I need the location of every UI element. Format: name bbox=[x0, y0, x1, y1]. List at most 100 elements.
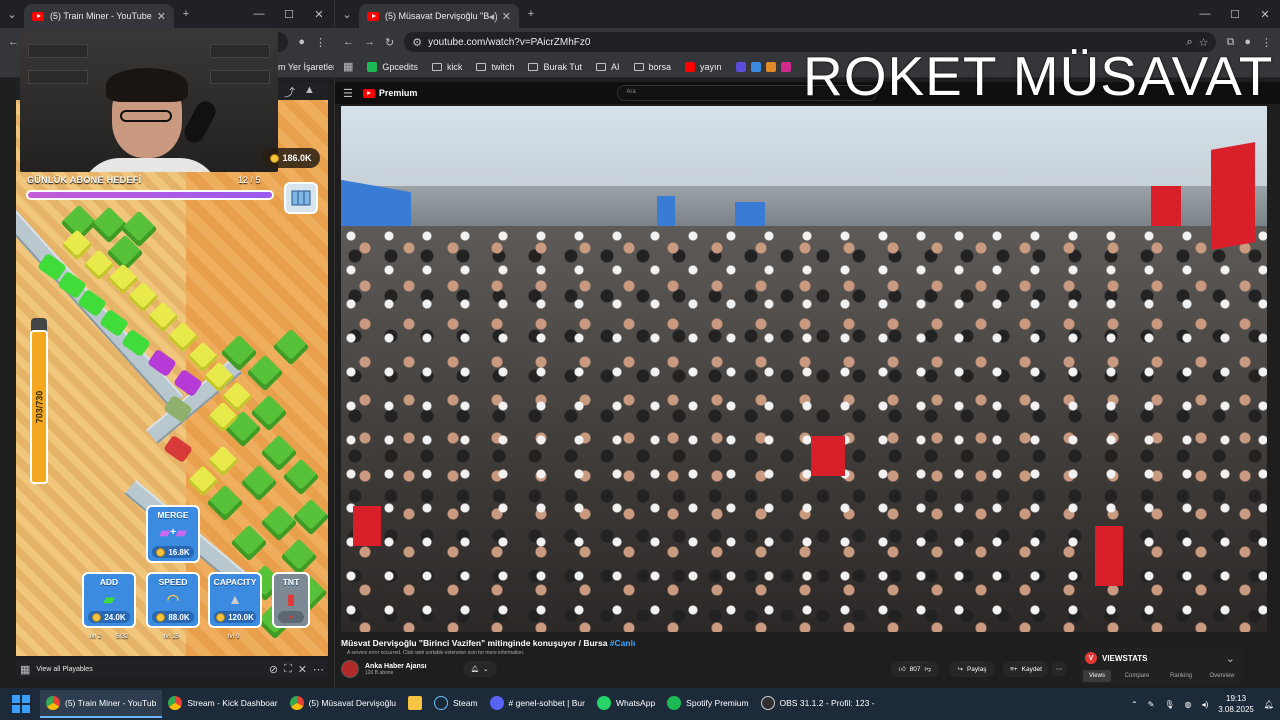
bookmark-borsa[interactable]: borsa bbox=[633, 62, 671, 72]
close-window-icon[interactable]: ✕ bbox=[1250, 8, 1280, 21]
share-button[interactable]: ↪ Paylaş bbox=[949, 661, 995, 677]
clock[interactable]: 19:13 3.08.2025 bbox=[1218, 693, 1254, 715]
site-info-icon[interactable]: ⚙ bbox=[412, 36, 422, 49]
viewstats-tab-overview[interactable]: Overview bbox=[1203, 670, 1241, 682]
maximize-icon[interactable]: ☐ bbox=[274, 8, 304, 21]
viewstats-header: V VIEWSTATS bbox=[1085, 652, 1147, 664]
close-tab-icon[interactable]: ✕ bbox=[157, 10, 166, 23]
bookmark-burak-tut[interactable]: Burak Tut bbox=[528, 62, 582, 72]
channel-name[interactable]: Anka Haber Ajansı bbox=[365, 663, 427, 670]
bookmark-kick[interactable]: kick bbox=[431, 62, 462, 72]
save-button[interactable]: ≡+ Kaydet bbox=[1003, 661, 1049, 677]
live-hashtag[interactable]: #Canlı bbox=[610, 638, 636, 648]
minimize-icon[interactable]: — bbox=[244, 8, 274, 20]
back-icon[interactable]: ← bbox=[8, 36, 19, 48]
youtube-icon bbox=[685, 61, 696, 72]
folder-icon bbox=[633, 62, 644, 71]
steam-icon bbox=[433, 696, 448, 710]
right-browser-window: ⌄ (5) Müsavat Dervişoğlu "Bir... ◂) ✕ + … bbox=[334, 0, 1280, 688]
maximize-icon[interactable]: ☐ bbox=[1220, 8, 1250, 21]
tree bbox=[292, 498, 328, 536]
mute-icon[interactable]: ⊘ bbox=[269, 663, 278, 676]
speaker-icon[interactable]: ◂) bbox=[489, 10, 498, 23]
more-actions-button[interactable]: ⋯ bbox=[1051, 661, 1067, 677]
microphone-icon[interactable]: 🎙︎ bbox=[1164, 700, 1174, 709]
map-button[interactable] bbox=[284, 182, 318, 214]
new-tab-icon[interactable]: + bbox=[174, 8, 198, 20]
upgrade-label: SPEED bbox=[158, 577, 188, 587]
upgrade-label: TNT bbox=[282, 577, 300, 587]
share-icon[interactable]: ⤴ bbox=[284, 84, 295, 100]
bookmark-yayin[interactable]: yayın bbox=[685, 61, 722, 72]
taskbar-item-spotify[interactable]: Spotify Premium bbox=[661, 690, 754, 718]
taskbar-item-discord[interactable]: # genel-sohbet | Bur bbox=[484, 690, 591, 718]
profile-icon[interactable]: ● bbox=[298, 36, 305, 48]
close-window-icon[interactable]: ✕ bbox=[304, 8, 334, 21]
new-tab-icon[interactable]: + bbox=[519, 8, 543, 20]
tab-train-miner[interactable]: (5) Train Miner - YouTube ✕ bbox=[24, 4, 174, 28]
bookmark-gpcedits[interactable]: Gpcedits bbox=[367, 61, 418, 72]
upgrade-price: ● bbox=[278, 611, 304, 623]
windows-start-icon[interactable] bbox=[12, 695, 30, 713]
viewstats-tab-compare[interactable]: Compare bbox=[1119, 670, 1155, 682]
notification-bell-icon[interactable]: 🔔︎ bbox=[1264, 700, 1274, 709]
hamburger-icon[interactable]: ☰ bbox=[343, 87, 353, 100]
url-text: youtube.com/watch?v=PAicrZMhFz0 bbox=[428, 36, 591, 48]
close-icon[interactable]: ✕ bbox=[298, 663, 307, 676]
volume-icon[interactable]: ◂) bbox=[1202, 700, 1209, 709]
obs-icon bbox=[760, 696, 775, 710]
chevron-up-icon[interactable]: ⌃ bbox=[1131, 700, 1138, 709]
tab-search-icon[interactable]: ⌄ bbox=[0, 8, 24, 21]
ore-block bbox=[207, 445, 239, 477]
notification-bell-button[interactable]: 🔔︎ ⌄ bbox=[462, 661, 497, 677]
shelf bbox=[210, 44, 270, 58]
reload-icon[interactable]: ↻ bbox=[385, 36, 394, 49]
tab-search-icon[interactable]: ⌄ bbox=[335, 8, 359, 21]
viewstats-tab-ranking[interactable]: Ranking bbox=[1163, 670, 1199, 682]
glasses bbox=[120, 110, 172, 122]
capacity-upgrade-button[interactable]: CAPACITY ▲ 120.0K bbox=[208, 572, 262, 628]
bookmark-twitch[interactable]: twitch bbox=[476, 62, 514, 72]
apps-icon[interactable]: ▦ bbox=[343, 60, 353, 73]
taskbar-item-file-explorer[interactable] bbox=[402, 690, 428, 718]
up-icon[interactable]: ▲ bbox=[304, 84, 315, 96]
fullscreen-icon[interactable]: ⛶ bbox=[284, 663, 292, 676]
forward-icon[interactable]: → bbox=[364, 36, 375, 48]
taskbar-item-train-miner[interactable]: (5) Train Miner - YouTub bbox=[40, 690, 163, 718]
video-title: Müsvat Dervişoğlu "Birinci Vazifen" miti… bbox=[341, 638, 636, 648]
tab-label: (5) Train Miner - YouTube bbox=[50, 11, 152, 21]
thumbs-down-icon: 👎︎ bbox=[924, 666, 932, 673]
taskbar-item-whatsapp[interactable]: WhatsApp bbox=[591, 690, 661, 718]
left-browser-window: ⌄ (5) Train Miner - YouTube ✕ + — ☐ ✕ ← … bbox=[0, 0, 334, 688]
menu-icon[interactable]: ⋮ bbox=[315, 36, 326, 49]
bookmark-shortcut-icons[interactable] bbox=[735, 61, 796, 72]
bookmarks-tail[interactable]: m Yer İşaretleri bbox=[278, 62, 334, 72]
like-button[interactable]: 👍︎ 807 👎︎ bbox=[891, 661, 939, 677]
add-car-icon: ▰ bbox=[103, 590, 115, 607]
taskbar-item-kick-dashboard[interactable]: Stream - Kick Dashboar bbox=[162, 690, 283, 718]
youtube-icon bbox=[367, 11, 379, 21]
close-tab-icon[interactable]: ✕ bbox=[502, 10, 511, 23]
taskbar-item-steam[interactable]: Steam bbox=[428, 690, 484, 718]
taskbar-item-musavat[interactable]: (5) Müsavat Dervişoğlu bbox=[284, 690, 402, 718]
depth-progress-text: 703/730 bbox=[34, 390, 45, 424]
merge-button[interactable]: MERGE ▰ + ▰ 16.8K bbox=[146, 505, 200, 563]
video-player[interactable] bbox=[341, 106, 1267, 632]
viewstats-tab-views[interactable]: Views bbox=[1083, 670, 1111, 682]
network-icon[interactable]: ◍ bbox=[1185, 700, 1192, 709]
minimize-icon[interactable]: — bbox=[1190, 8, 1220, 20]
back-icon[interactable]: ← bbox=[343, 36, 354, 48]
youtube-logo[interactable]: Premium bbox=[362, 88, 417, 98]
bookmark-ai[interactable]: AI bbox=[595, 62, 620, 72]
view-all-playables-link[interactable]: View all Playables bbox=[36, 666, 92, 673]
add-upgrade-button[interactable]: ADD ▰ 24.0K bbox=[82, 572, 136, 628]
more-icon[interactable]: ⋯ bbox=[313, 663, 324, 676]
tab-musavat[interactable]: (5) Müsavat Dervişoğlu "Bir... ◂) ✕ bbox=[359, 4, 519, 28]
pen-icon[interactable]: ✎ bbox=[1148, 700, 1155, 709]
chevron-down-icon[interactable]: ⌄ bbox=[1226, 652, 1235, 665]
tnt-upgrade-button[interactable]: TNT ▮ ● bbox=[272, 572, 310, 628]
taskbar-item-obs[interactable]: OBS 31.1.2 - Profil: 123 - bbox=[755, 690, 881, 718]
more-icon: ⋯ bbox=[1055, 666, 1063, 673]
channel-avatar[interactable] bbox=[341, 660, 359, 678]
speed-upgrade-button[interactable]: SPEED ◠ 88.0K bbox=[146, 572, 200, 628]
